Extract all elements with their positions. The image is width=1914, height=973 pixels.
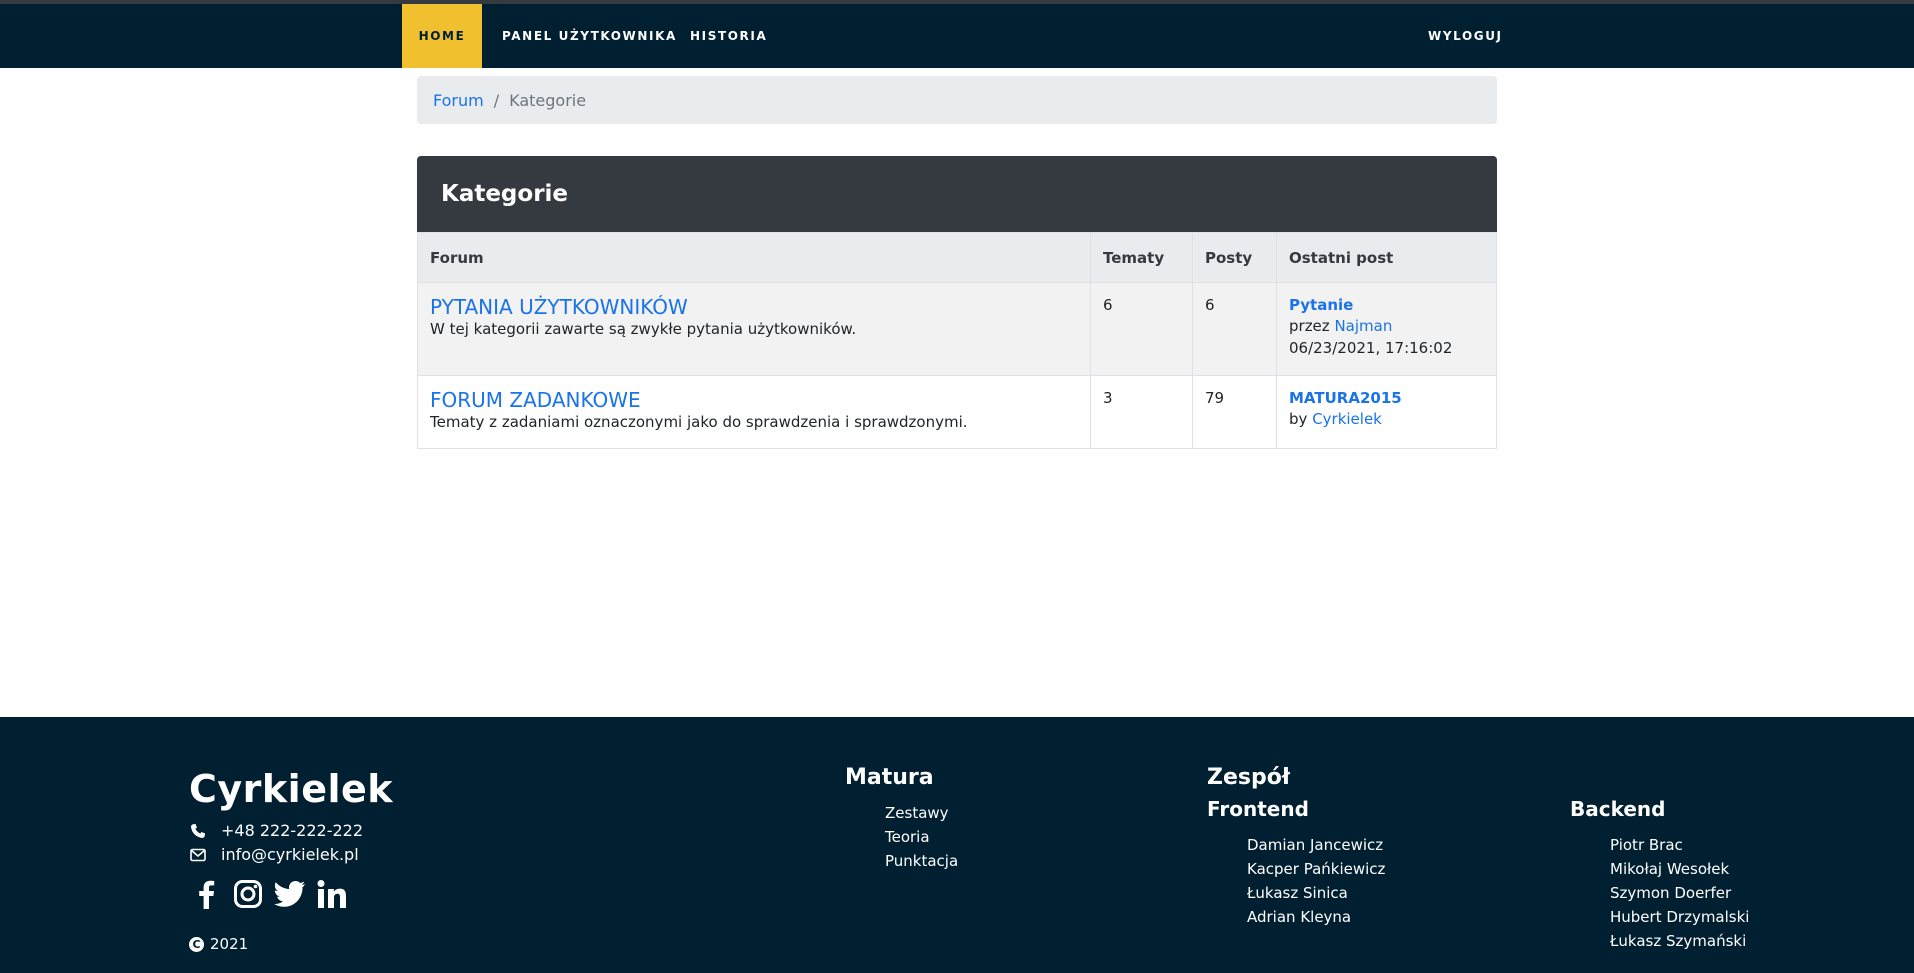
footer-frontend-heading: Frontend: [1207, 797, 1309, 821]
topics-count: 6: [1103, 296, 1113, 314]
facebook-icon[interactable]: [189, 877, 223, 911]
last-post-title-link[interactable]: Pytanie: [1289, 295, 1484, 315]
column-posts: Posty: [1192, 232, 1277, 283]
footer-phone: +48 222-222-222: [189, 821, 363, 840]
list-item: Szymon Doerfer: [1610, 884, 1732, 902]
column-forum: Forum: [417, 232, 1091, 283]
nav-user-panel[interactable]: PANEL UŻYTKOWNIKA: [502, 4, 677, 68]
table-header-row: Forum Tematy Posty Ostatni post: [417, 232, 1497, 283]
footer-matura-links: Zestawy Teoria Punktacja: [885, 801, 958, 873]
footer-matura-heading: Matura: [845, 765, 934, 790]
footer-team-heading: Zespół: [1207, 765, 1290, 790]
footer-link-punktacja[interactable]: Punktacja: [885, 849, 958, 873]
list-item: Kacper Pańkiewicz: [1247, 860, 1386, 878]
list-item: Łukasz Szymański: [1610, 932, 1747, 950]
column-topics: Tematy: [1090, 232, 1193, 283]
topics-count: 3: [1103, 389, 1113, 407]
footer-backend-heading: Backend: [1570, 797, 1666, 821]
list-item: Damian Jancewicz: [1247, 836, 1384, 854]
footer-backend-list: Piotr Brac Mikołaj Wesołek Szymon Doerfe…: [1610, 833, 1749, 953]
category-description: Tematy z zadaniami oznaczonymi jako do s…: [430, 413, 968, 431]
category-description: W tej kategorii zawarte są zwykłe pytani…: [430, 320, 857, 338]
last-post-by-label: by: [1289, 410, 1308, 428]
last-post-title-link[interactable]: MATURA2015: [1289, 388, 1484, 408]
last-post-user-link[interactable]: Cyrkielek: [1312, 410, 1382, 428]
last-post-author: przez Najman: [1289, 315, 1484, 337]
footer-email: info@cyrkielek.pl: [189, 845, 359, 864]
list-item: Piotr Brac: [1610, 836, 1683, 854]
column-last-post: Ostatni post: [1276, 232, 1497, 283]
footer: Cyrkielek +48 222-222-222 info@cyrkielek…: [0, 717, 1914, 973]
topics-cell: 6: [1090, 282, 1193, 376]
last-post-author: by Cyrkielek: [1289, 408, 1484, 430]
list-item: Mikołaj Wesołek: [1610, 860, 1730, 878]
last-post-cell: MATURA2015 by Cyrkielek: [1276, 375, 1497, 449]
last-post-cell: Pytanie przez Najman 06/23/2021, 17:16:0…: [1276, 282, 1497, 376]
footer-link-teoria[interactable]: Teoria: [885, 825, 958, 849]
phone-icon: [189, 822, 207, 840]
copyright-icon: C: [189, 936, 204, 952]
social-links: [189, 877, 349, 911]
table-row: PYTANIA UŻYTKOWNIKÓW W tej kategorii zaw…: [417, 282, 1497, 376]
categories-table: Forum Tematy Posty Ostatni post PYTANIA …: [417, 232, 1497, 449]
copyright-year: 2021: [210, 935, 249, 953]
nav-home[interactable]: HOME: [402, 4, 482, 68]
forum-cell: PYTANIA UŻYTKOWNIKÓW W tej kategorii zaw…: [417, 282, 1091, 376]
footer-frontend-list: Damian Jancewicz Kacper Pańkiewicz Łukas…: [1247, 833, 1385, 929]
breadcrumb-forum-link[interactable]: Forum: [433, 91, 484, 110]
footer-brand: Cyrkielek: [189, 767, 394, 811]
category-title-link[interactable]: FORUM ZADANKOWE: [430, 388, 1078, 412]
last-post-by-label: przez: [1289, 317, 1330, 335]
list-item: Łukasz Sinica: [1247, 884, 1348, 902]
last-post-user-link[interactable]: Najman: [1334, 317, 1392, 335]
categories-header: Kategorie: [417, 156, 1497, 232]
envelope-icon: [189, 846, 207, 864]
posts-count: 79: [1205, 389, 1225, 407]
list-item: Adrian Kleyna: [1247, 908, 1352, 926]
footer-phone-text: +48 222-222-222: [221, 821, 364, 840]
nav-history[interactable]: HISTORIA: [690, 4, 767, 68]
footer-email-text[interactable]: info@cyrkielek.pl: [221, 845, 359, 864]
copyright: C 2021: [189, 935, 248, 953]
navbar: HOME PANEL UŻYTKOWNIKA HISTORIA WYLOGUJ: [0, 4, 1914, 68]
list-item: Hubert Drzymalski: [1610, 908, 1750, 926]
table-row: FORUM ZADANKOWE Tematy z zadaniami oznac…: [417, 375, 1497, 449]
forum-cell: FORUM ZADANKOWE Tematy z zadaniami oznac…: [417, 375, 1091, 449]
last-post-date: 06/23/2021, 17:16:02: [1289, 339, 1453, 357]
posts-cell: 6: [1192, 282, 1277, 376]
linkedin-icon[interactable]: [315, 877, 349, 911]
topics-cell: 3: [1090, 375, 1193, 449]
footer-link-zestawy[interactable]: Zestawy: [885, 801, 958, 825]
category-title-link[interactable]: PYTANIA UŻYTKOWNIKÓW: [430, 295, 1078, 319]
posts-count: 6: [1205, 296, 1215, 314]
breadcrumb-current: Kategorie: [509, 90, 587, 110]
breadcrumb: Forum / Kategorie: [417, 76, 1497, 124]
twitter-icon[interactable]: [273, 877, 307, 911]
breadcrumb-separator: /: [493, 90, 500, 110]
instagram-icon[interactable]: [231, 877, 265, 911]
nav-logout[interactable]: WYLOGUJ: [1428, 4, 1503, 68]
posts-cell: 79: [1192, 375, 1277, 449]
